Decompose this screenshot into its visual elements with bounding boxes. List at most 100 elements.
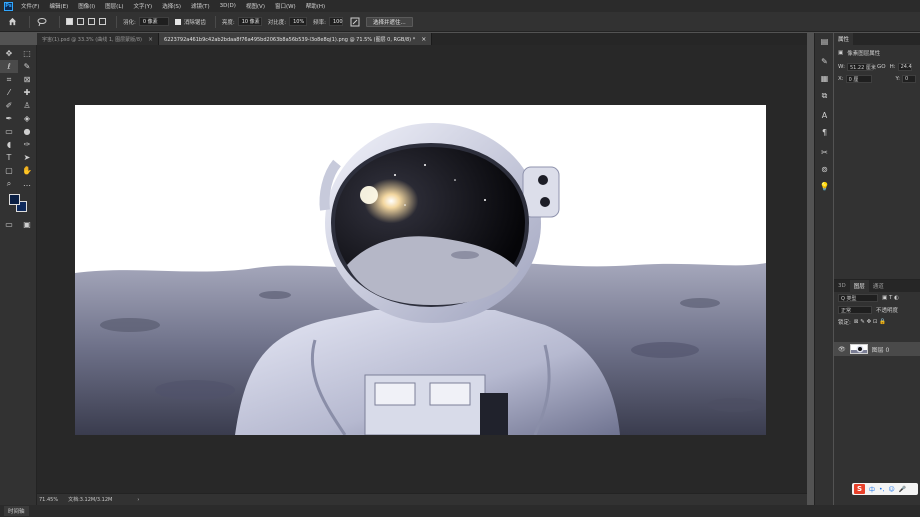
y-field[interactable]: 0 — [902, 75, 916, 83]
ime-language[interactable]: 中 — [869, 485, 875, 494]
tab-document-2[interactable]: 6223792a461b9c42ab2bdaa8f76a495bd2063b8a… — [159, 33, 433, 45]
pen-tool-icon[interactable]: ✑ — [18, 138, 36, 151]
ime-punct-icon[interactable]: •, — [879, 486, 884, 493]
tab-document-1[interactable]: 宇宙(1).psd @ 33.3% (曲线 1, 图层蒙版/8) × — [37, 33, 160, 45]
lasso-tool-icon[interactable]: ℓ — [0, 60, 18, 73]
move-tool-icon[interactable]: ✥ — [0, 47, 18, 60]
libraries-icon[interactable]: ⊚ — [815, 161, 834, 178]
menu-view[interactable]: 视图(V) — [246, 2, 265, 10]
filter-icons[interactable]: ▣ T ◐ — [882, 295, 899, 301]
width-input[interactable]: 10 像素 — [237, 17, 262, 26]
zoom-level[interactable]: 71.45% — [39, 497, 58, 503]
history-brush-icon[interactable]: ✒ — [0, 112, 18, 125]
eye-icon[interactable]: 👁 — [838, 346, 846, 353]
add-selection-icon[interactable] — [77, 18, 84, 25]
healing-tool-icon[interactable]: ✚ — [18, 86, 36, 99]
more-tools-icon[interactable]: … — [18, 177, 36, 190]
marquee-tool-icon[interactable]: ⬚ — [18, 47, 36, 60]
brush-presets-icon[interactable]: ▦ — [815, 70, 834, 87]
new-selection-icon[interactable] — [66, 18, 73, 25]
status-bar: 71.45% 文档:3.12M/3.12M › — [37, 493, 807, 505]
menu-help[interactable]: 帮助(H) — [306, 2, 325, 10]
feather-input[interactable]: 0 像素 — [138, 17, 169, 26]
tab-layers[interactable]: 图层 — [849, 280, 869, 292]
path-select-icon[interactable]: ➤ — [18, 151, 36, 164]
tab-channels[interactable]: 通道 — [869, 280, 888, 292]
document-canvas[interactable] — [75, 105, 766, 435]
foreground-color-swatch[interactable] — [9, 194, 20, 205]
ime-toolbar[interactable]: S 中 •, ☺ 🎤 — [852, 483, 918, 495]
stamp-tool-icon[interactable]: ♙ — [18, 99, 36, 112]
astronaut-image — [75, 105, 766, 435]
status-menu-arrow[interactable]: › — [137, 497, 139, 503]
link-icon[interactable]: GO — [877, 64, 886, 70]
shape-tool-icon[interactable]: ▢ — [0, 164, 18, 177]
dodge-tool-icon[interactable]: ◖ — [0, 138, 18, 151]
menu-select[interactable]: 选择(S) — [162, 2, 181, 10]
eraser-tool-icon[interactable]: ◈ — [18, 112, 36, 125]
menu-3d[interactable]: 3D(D) — [220, 3, 236, 9]
quick-select-tool-icon[interactable]: ✎ — [18, 60, 36, 73]
options-bar: 羽化: 0 像素 消除锯齿 亮度: 10 像素 对比度: 10% 频率: 100… — [0, 12, 920, 32]
quick-mask-icon[interactable]: ▭ — [0, 218, 18, 231]
home-icon[interactable] — [6, 16, 18, 28]
lock-icons[interactable]: ⊠ ✎ ✥ ⊡ 🔒 — [854, 319, 886, 325]
paragraph-icon[interactable]: ¶ — [815, 124, 834, 141]
layers-panel: 3D 图层 通道 Q 类型 ▣ T ◐ 正常 不透明度 锁定: ⊠ ✎ ✥ ⊡ … — [834, 279, 920, 505]
pen-pressure-icon[interactable] — [349, 16, 361, 28]
blend-mode-select[interactable]: 正常 — [838, 306, 872, 314]
ime-voice-icon[interactable]: 🎤 — [899, 486, 906, 493]
width-field[interactable]: 51.22 厘米 — [846, 63, 876, 71]
menu-type[interactable]: 文字(Y) — [134, 2, 153, 10]
color-swatches[interactable] — [0, 192, 36, 216]
contrast-input[interactable]: 10% — [289, 17, 308, 26]
tools-panel: ✥ ⬚ ℓ ✎ ⌗ ⊠ ⁄ ✚ ✐ ♙ ✒ ◈ ▭ ● ◖ ✑ T ➤ ▢ ✋ … — [0, 45, 37, 505]
tab-properties[interactable]: 属性 — [834, 33, 854, 45]
screen-mode-icon[interactable]: ▣ — [18, 218, 36, 231]
hand-tool-icon[interactable]: ✋ — [18, 164, 36, 177]
menu-file[interactable]: 文件(F) — [21, 2, 39, 10]
separator — [116, 15, 117, 28]
type-tool-icon[interactable]: T — [0, 151, 18, 164]
position-row: X: 0 厘 Y: 0 — [834, 73, 920, 85]
antialias-checkbox[interactable] — [174, 18, 181, 25]
brush-settings-icon[interactable]: ✎ — [815, 53, 834, 70]
menu-filter[interactable]: 滤镜(T) — [191, 2, 210, 10]
brush-tool-icon[interactable]: ✐ — [0, 99, 18, 112]
character-icon[interactable]: A — [815, 107, 834, 124]
crop-tool-icon[interactable]: ⌗ — [0, 73, 18, 86]
tab-3d[interactable]: 3D — [834, 280, 850, 292]
tab-label: 宇宙(1).psd @ 33.3% (曲线 1, 图层蒙版/8) — [42, 36, 142, 43]
tools-preset-icon[interactable]: ✂ — [815, 144, 834, 161]
tab-timeline[interactable]: 时间轴 — [4, 506, 29, 516]
menu-layer[interactable]: 图层(L) — [105, 2, 123, 10]
canvas-area[interactable] — [37, 45, 807, 493]
frame-tool-icon[interactable]: ⊠ — [18, 73, 36, 86]
clone-source-icon[interactable]: ⧉ — [815, 87, 834, 104]
zoom-tool-icon[interactable]: ⌕ — [0, 177, 18, 190]
frequency-input[interactable]: 100 — [328, 17, 343, 26]
x-field[interactable]: 0 厘 — [845, 75, 872, 83]
lasso-tool-icon[interactable] — [36, 16, 48, 28]
intersect-selection-icon[interactable] — [99, 18, 106, 25]
lock-label: 锁定: — [838, 320, 851, 326]
eyedropper-tool-icon[interactable]: ⁄ — [0, 86, 18, 99]
menu-window[interactable]: 窗口(W) — [275, 2, 296, 10]
close-icon[interactable]: × — [148, 36, 153, 43]
menu-image[interactable]: 图像(I) — [78, 2, 95, 10]
layer-row[interactable]: 👁 图层 0 — [834, 342, 920, 356]
history-icon[interactable]: ▤ — [815, 33, 834, 50]
layer-name[interactable]: 图层 0 — [872, 345, 890, 354]
feather-label: 羽化: — [123, 19, 136, 26]
ime-emoji-icon[interactable]: ☺ — [888, 486, 894, 493]
height-field[interactable]: 24.4 — [897, 63, 912, 71]
subtract-selection-icon[interactable] — [88, 18, 95, 25]
close-icon[interactable]: × — [421, 36, 426, 43]
layer-filter-select[interactable]: Q 类型 — [838, 294, 878, 302]
blur-tool-icon[interactable]: ● — [18, 125, 36, 138]
width-label: 亮度: — [221, 19, 235, 26]
select-and-mask-button[interactable]: 选择并遮住... — [365, 16, 413, 27]
menu-edit[interactable]: 编辑(E) — [49, 2, 68, 10]
gradient-tool-icon[interactable]: ▭ — [0, 125, 18, 138]
learn-icon[interactable]: 💡 — [815, 178, 834, 195]
